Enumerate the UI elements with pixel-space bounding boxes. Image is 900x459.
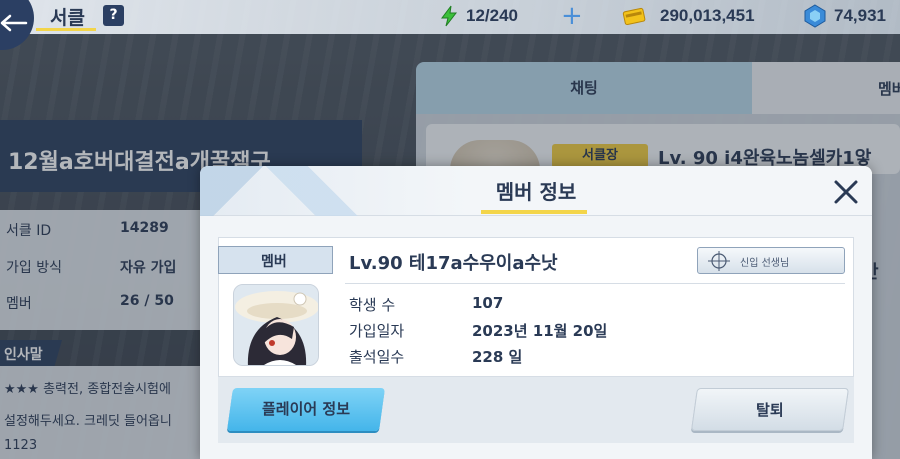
- stamina-value: 12/240: [466, 6, 518, 25]
- gems-value: 74,931: [834, 6, 886, 25]
- dialog-title: 멤버 정보: [495, 180, 577, 204]
- gem-icon: [804, 4, 826, 28]
- player-info-button[interactable]: 플레이어 정보: [226, 388, 386, 431]
- join-date-value: 2023년 11월 20일: [472, 322, 608, 340]
- credits-value: 290,013,451: [660, 6, 755, 25]
- student-count-label: 학생 수: [349, 296, 396, 314]
- stamina-counter: 12/240: [440, 5, 518, 27]
- title-badge-label: 신입 선생님: [740, 258, 790, 269]
- top-bar: 서클 ? 12/240 + 290,013,451 74,931: [0, 0, 900, 50]
- leave-button[interactable]: 탈퇴: [690, 388, 850, 431]
- title-badge: 신입 선생님: [697, 247, 845, 274]
- member-name: Lv.90 테17a수우이a수낫: [349, 253, 558, 274]
- credits-counter: 290,013,451: [622, 5, 755, 27]
- help-button[interactable]: ?: [103, 5, 124, 26]
- title-underline: [481, 210, 587, 214]
- student-count-value: 107: [472, 294, 504, 312]
- member-avatar: [233, 284, 319, 366]
- add-stamina-button[interactable]: +: [561, 3, 583, 29]
- divider: [345, 283, 845, 284]
- member-role-tag: 멤버: [218, 246, 333, 274]
- attendance-label: 출석일수: [349, 348, 405, 366]
- lightning-icon: [441, 5, 458, 27]
- page-title: 서클: [50, 7, 85, 29]
- back-arrow-icon: [0, 14, 28, 32]
- student-portrait-icon: [234, 285, 318, 365]
- close-icon[interactable]: [832, 178, 860, 206]
- leave-button-label: 탈퇴: [756, 401, 784, 419]
- join-date-label: 가입일자: [349, 322, 405, 340]
- title-underline: [36, 28, 96, 31]
- member-info-dialog: 멤버 정보 멤버 Lv.90 테17a수우이a수낫 신입 선생님 학생 수 10…: [200, 166, 872, 459]
- player-info-button-label: 플레이어 정보: [261, 400, 351, 418]
- credit-card-icon: [622, 7, 646, 26]
- crosshair-icon: [708, 251, 730, 271]
- gems-counter: 74,931: [804, 4, 886, 28]
- attendance-value: 228 일: [472, 348, 523, 366]
